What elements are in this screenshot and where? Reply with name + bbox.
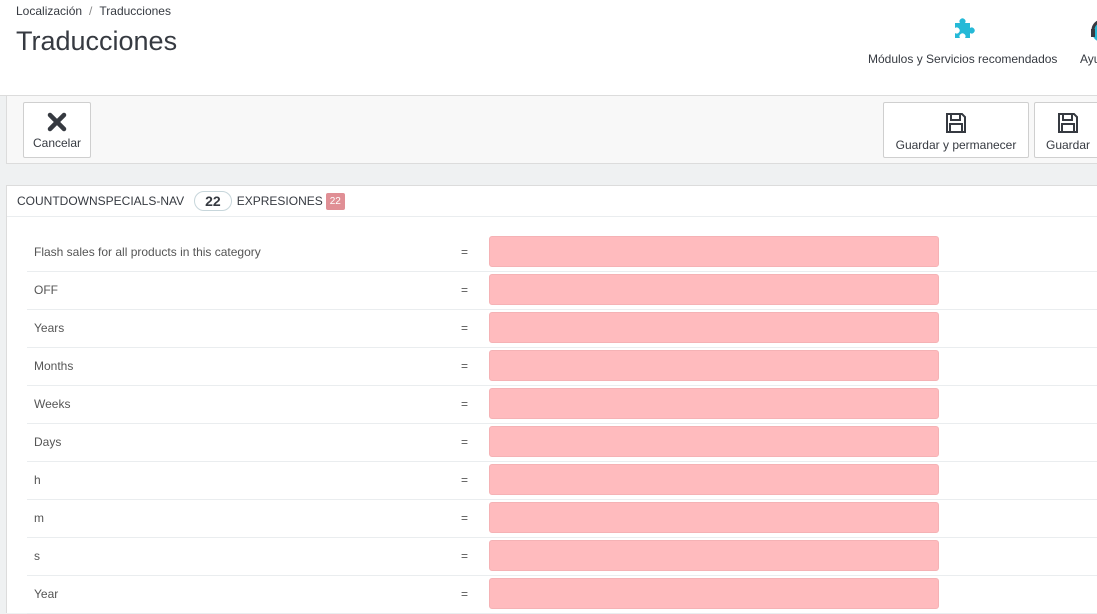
translation-input[interactable] — [489, 502, 939, 533]
translation-input[interactable] — [489, 426, 939, 457]
equals-sign: = — [461, 473, 469, 487]
translation-input[interactable] — [489, 236, 939, 267]
save-label: Guardar — [1045, 138, 1091, 152]
source-string: OFF — [34, 283, 58, 297]
save-and-stay-label: Guardar y permanecer — [895, 138, 1017, 152]
equals-sign: = — [461, 283, 469, 297]
help-button[interactable]: Ayuda — [1080, 14, 1097, 66]
translation-row: Years = — [27, 310, 1097, 348]
save-and-stay-button[interactable]: Guardar y permanecer — [883, 102, 1029, 158]
translation-row: h = — [27, 462, 1097, 500]
recommended-modules-button[interactable]: Módulos y Servicios recomendados — [868, 14, 1057, 66]
translation-input[interactable] — [489, 388, 939, 419]
cancel-button[interactable]: Cancelar — [23, 102, 91, 158]
close-icon — [47, 112, 67, 132]
equals-sign: = — [461, 549, 469, 563]
puzzle-icon — [954, 18, 975, 38]
equals-sign: = — [461, 435, 469, 449]
translation-row: OFF = — [27, 272, 1097, 310]
source-string: s — [34, 549, 40, 563]
translation-list: Flash sales for all products in this cat… — [27, 234, 1097, 614]
translation-input[interactable] — [489, 578, 939, 609]
translation-row: Year = — [27, 576, 1097, 614]
source-string: Flash sales for all products in this cat… — [34, 245, 261, 259]
floppy-disk-icon — [946, 113, 966, 133]
source-string: Years — [34, 321, 65, 335]
cancel-label: Cancelar — [32, 136, 82, 150]
breadcrumb-parent[interactable]: Localización — [16, 4, 82, 18]
equals-sign: = — [461, 587, 469, 601]
panel-heading: COUNTDOWNSPECIALS-NAV 22 EXPRESIONES 22 — [7, 186, 1097, 217]
missing-translations-badge: 22 — [325, 192, 345, 210]
equals-sign: = — [461, 397, 469, 411]
translation-input[interactable] — [489, 350, 939, 381]
translation-input[interactable] — [489, 464, 939, 495]
translation-input[interactable] — [489, 274, 939, 305]
module-name: COUNTDOWNSPECIALS-NAV — [17, 194, 185, 208]
source-string: Days — [34, 435, 62, 449]
help-label: Ayuda — [1080, 52, 1097, 66]
expressions-label: EXPRESIONES — [236, 194, 323, 208]
source-string: Months — [34, 359, 74, 373]
equals-sign: = — [461, 359, 469, 373]
translations-panel: COUNTDOWNSPECIALS-NAV 22 EXPRESIONES 22 … — [6, 185, 1097, 614]
action-toolbar: Cancelar Guardar y permanecer Guardar — [6, 96, 1097, 164]
floppy-disk-icon — [1058, 113, 1078, 133]
translation-row: s = — [27, 538, 1097, 576]
source-string: Year — [34, 587, 59, 601]
source-string: m — [34, 511, 44, 525]
translation-row: Weeks = — [27, 386, 1097, 424]
page-title: Traducciones — [16, 26, 178, 56]
translation-row: Months = — [27, 348, 1097, 386]
translation-input[interactable] — [489, 540, 939, 571]
translation-row: Days = — [27, 424, 1097, 462]
equals-sign: = — [461, 245, 469, 259]
translation-input[interactable] — [489, 312, 939, 343]
equals-sign: = — [461, 511, 469, 525]
expression-count-badge: 22 — [194, 191, 232, 211]
breadcrumb-separator: / — [89, 4, 93, 18]
breadcrumb-current: Traducciones — [99, 4, 171, 18]
source-string: Weeks — [34, 397, 71, 411]
recommended-modules-label: Módulos y Servicios recomendados — [868, 52, 1058, 66]
breadcrumb: Localización / Traducciones — [16, 4, 171, 18]
source-string: h — [34, 473, 41, 487]
help-icon — [1091, 20, 1097, 41]
equals-sign: = — [461, 321, 469, 335]
translation-row: Flash sales for all products in this cat… — [27, 234, 1097, 272]
translation-row: m = — [27, 500, 1097, 538]
page-header: Localización / Traducciones Traducciones M… — [0, 0, 1097, 96]
save-button[interactable]: Guardar — [1034, 102, 1097, 158]
